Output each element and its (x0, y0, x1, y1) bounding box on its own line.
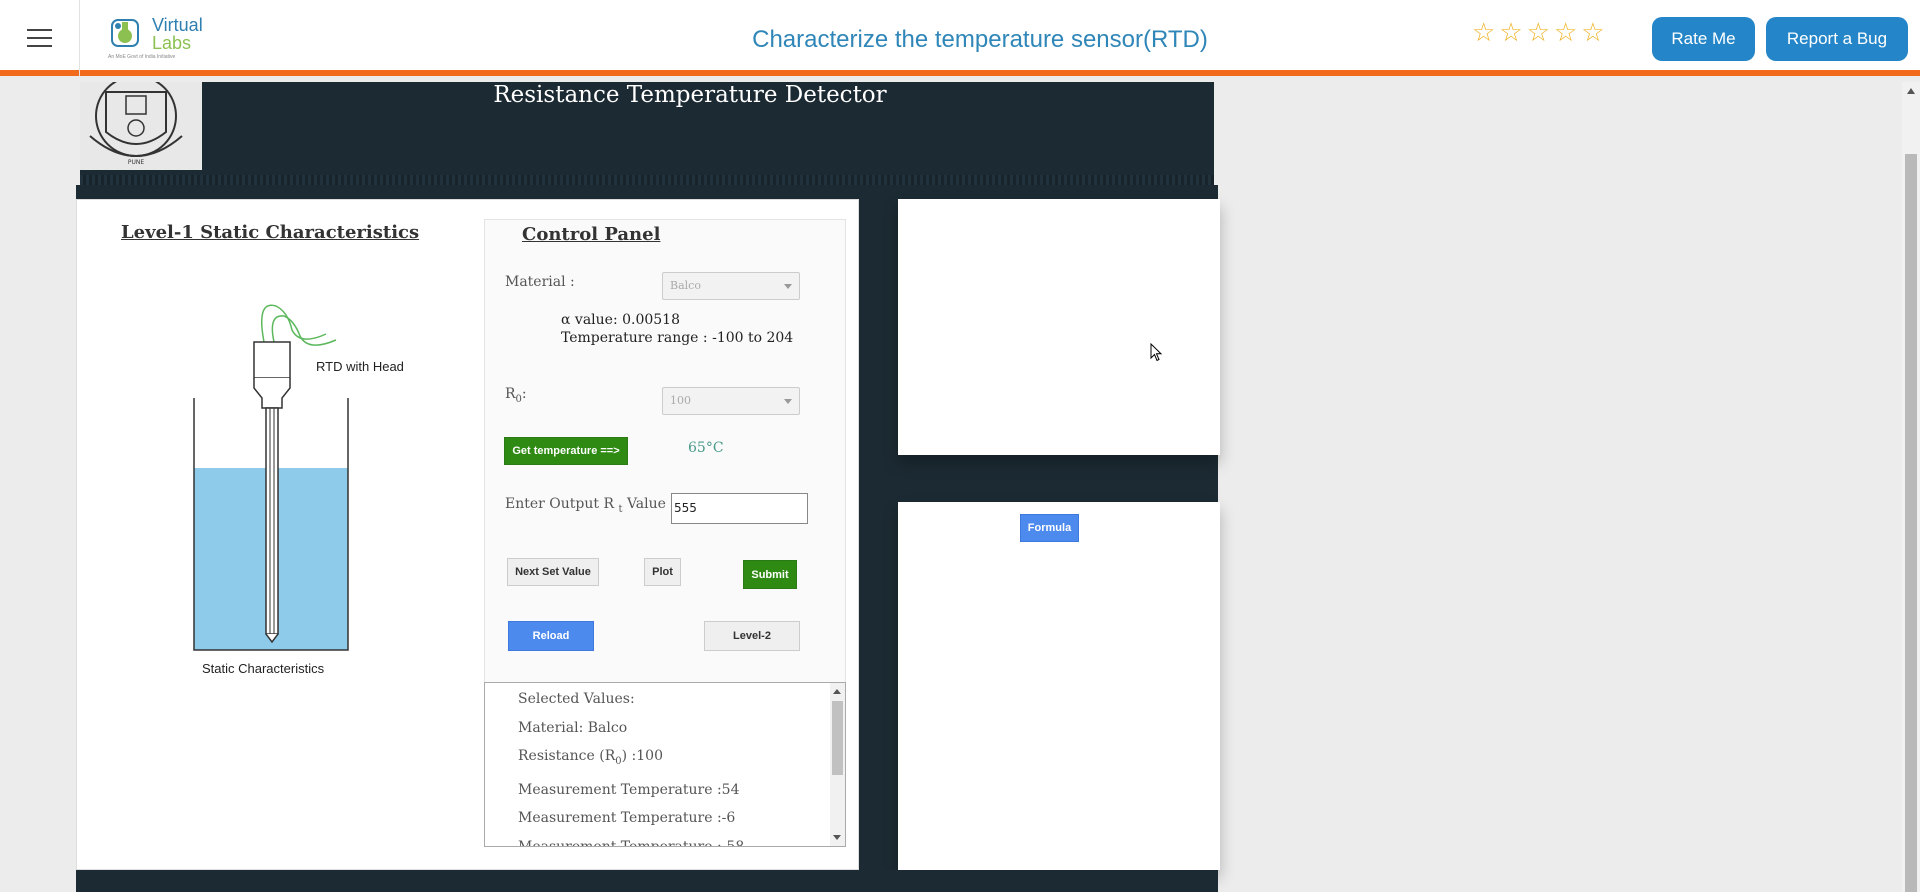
scroll-up-icon[interactable] (1907, 88, 1915, 94)
material-label: Material : (505, 274, 575, 290)
get-temperature-button[interactable]: Get temperature ==> (504, 437, 628, 465)
graph-panel (898, 199, 1220, 455)
scroll-up-icon[interactable] (833, 689, 841, 694)
log-row: Measurement Temperature :-6 (518, 810, 736, 826)
log-resistance-prefix: Resistance (R (518, 748, 616, 764)
log-heading: Selected Values: (518, 691, 635, 707)
star-icon[interactable]: ☆ (1581, 19, 1604, 47)
top-navbar: Virtual Labs An MoE Govt of India Initia… (0, 0, 1920, 76)
r0-letter: R (505, 386, 516, 402)
temperature-display: 65°C (688, 440, 724, 456)
alpha-value: α value: 0.00518 (561, 312, 680, 328)
log-row: Measurement Temperature :-58 (518, 839, 745, 847)
virtual-labs-logo[interactable]: Virtual Labs An MoE Govt of India Initia… (108, 12, 203, 60)
star-icon[interactable]: ☆ (1472, 19, 1495, 47)
page-title: Characterize the temperature sensor(RTD) (752, 26, 1208, 53)
next-set-value-button[interactable]: Next Set Value (507, 558, 599, 586)
rtd-head-label: RTD with Head (316, 359, 404, 374)
log-scrollbar[interactable] (830, 683, 845, 846)
diagram-caption: Static Characteristics (202, 661, 325, 676)
report-bug-button[interactable]: Report a Bug (1766, 17, 1908, 61)
flask-icon (111, 19, 139, 47)
r0-colon: : (521, 386, 527, 402)
selected-values-log[interactable]: Selected Values: Material: Balco Resista… (484, 682, 846, 847)
svg-text:PUNE: PUNE (128, 159, 144, 166)
scroll-down-icon[interactable] (833, 835, 841, 840)
menu-icon[interactable] (0, 0, 80, 76)
level-2-button[interactable]: Level-2 (704, 621, 800, 651)
rtd-diagram (193, 304, 349, 651)
formula-panel (898, 502, 1220, 870)
star-icon[interactable]: ☆ (1499, 19, 1522, 47)
rating-stars[interactable]: ☆ ☆ ☆ ☆ ☆ (1472, 19, 1605, 47)
r0-label: R0: (505, 386, 527, 405)
rt-label-prefix: Enter Output R (505, 496, 615, 512)
plot-button[interactable]: Plot (644, 558, 681, 586)
seal-icon: PUNE (89, 75, 183, 166)
star-icon[interactable]: ☆ (1527, 19, 1550, 47)
formula-button[interactable]: Formula (1020, 514, 1079, 542)
rt-label: Enter Output R t Value : (505, 496, 675, 515)
logo-word-labs: Labs (152, 33, 192, 53)
scrollbar-thumb[interactable] (1905, 154, 1917, 892)
temperature-range: Temperature range : -100 to 204 (561, 330, 794, 346)
log-resistance-suffix: ) :100 (621, 748, 663, 764)
log-material: Material: Balco (518, 720, 628, 736)
submit-button[interactable]: Submit (743, 560, 797, 589)
page-scrollbar[interactable] (1902, 82, 1920, 892)
log-row: Measurement Temperature :54 (518, 782, 740, 798)
content-footer (76, 870, 1218, 892)
logo-word-virtual: Virtual (152, 15, 203, 35)
reload-button[interactable]: Reload (508, 621, 594, 651)
rt-label-suffix: Value : (622, 496, 676, 512)
mouse-cursor-icon (1150, 343, 1163, 362)
r0-select[interactable]: 100 (662, 387, 800, 415)
college-seal: PUNE (80, 75, 202, 170)
rt-value-input[interactable]: 555 (671, 493, 808, 524)
rate-me-button[interactable]: Rate Me (1652, 17, 1755, 61)
star-icon[interactable]: ☆ (1554, 19, 1577, 47)
material-select[interactable]: Balco (662, 272, 800, 300)
level-title: Level-1 Static Characteristics (121, 222, 420, 243)
log-resistance: Resistance (R0) :100 (518, 748, 663, 767)
banner-title: Resistance Temperature Detector (493, 82, 887, 108)
log-scroll-thumb[interactable] (832, 701, 843, 775)
control-panel-title: Control Panel (522, 224, 661, 245)
logo-tagline: An MoE Govt of India Initiative (108, 54, 176, 60)
banner-divider (80, 175, 1214, 185)
